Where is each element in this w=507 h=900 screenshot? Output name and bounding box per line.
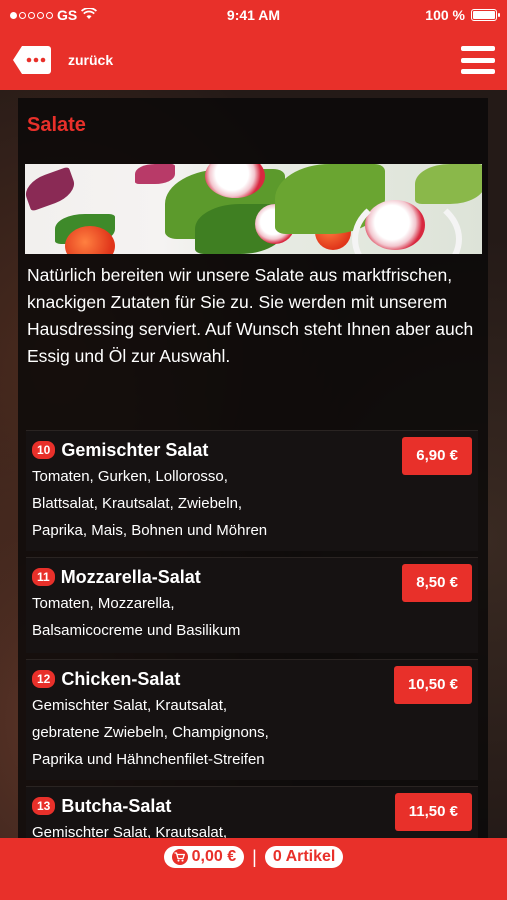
- article-count-button[interactable]: 0 Artikel: [264, 846, 344, 868]
- back-button[interactable]: zurück: [12, 45, 113, 75]
- footer-separator: |: [252, 847, 257, 867]
- item-description-line: Balsamicocreme und Basilikum: [32, 622, 241, 639]
- back-label: zurück: [68, 52, 114, 68]
- hamburger-icon[interactable]: [461, 46, 495, 74]
- section-description: Natürlich bereiten wir unsere Salate aus…: [27, 265, 474, 366]
- signal-strength-icon: [10, 11, 53, 19]
- item-name: Mozzarella-Salat: [60, 566, 201, 587]
- item-name: Butcha-Salat: [61, 795, 172, 816]
- carrier-label: GS: [57, 7, 78, 23]
- item-description-line: Tomaten, Gurken, Lollorosso,: [32, 468, 228, 485]
- salad-banner-image: [25, 164, 482, 254]
- menu-item: 11 Mozzarella-Salat Tomaten, Mozzarella,…: [26, 557, 478, 653]
- cart-total: 0,00 €: [191, 848, 237, 865]
- menu-item: 10 Gemischter Salat Tomaten, Gurken, Lol…: [26, 430, 478, 551]
- price-button[interactable]: 11,50 €: [394, 793, 472, 831]
- item-number: 10: [32, 441, 56, 459]
- price-button[interactable]: 10,50 €: [393, 666, 472, 704]
- status-left: GS: [10, 7, 180, 23]
- cart-bar: 0,00 € | 0 Artikel: [0, 838, 507, 900]
- price-button[interactable]: 6,90 €: [402, 437, 472, 475]
- item-name: Gemischter Salat: [61, 439, 209, 460]
- item-name: Chicken-Salat: [61, 668, 181, 689]
- item-number: 12: [32, 670, 56, 688]
- cart-total-button[interactable]: 0,00 €: [163, 846, 245, 868]
- wifi-icon: [81, 7, 98, 23]
- item-description: Tomaten, Gurken, Lollorosso, Blattsalat,…: [32, 463, 472, 544]
- item-description-line: Paprika und Hähnchenfilet-Streifen: [32, 751, 265, 768]
- item-description-line: gebratene Zwiebeln, Champignons,: [32, 724, 269, 741]
- article-count: 0 Artikel: [272, 848, 336, 865]
- item-number: 13: [32, 797, 56, 815]
- item-description-line: Gemischter Salat, Krautsalat,: [32, 824, 228, 838]
- nav-bar: zurück: [0, 30, 507, 90]
- status-right: 100 %: [327, 7, 500, 23]
- item-description-line: Paprika, Mais, Bohnen und Möhren: [32, 522, 268, 539]
- status-time: 9:41 AM: [226, 7, 281, 23]
- shopping-cart-icon: [171, 849, 188, 865]
- battery-label: 100 %: [425, 7, 465, 23]
- item-description-line: Tomaten, Mozzarella,: [32, 595, 175, 612]
- battery-icon: [471, 9, 500, 21]
- item-description-line: Gemischter Salat, Krautsalat,: [32, 697, 228, 714]
- menu-section: Salate Natürlich bereiten wir unsere Sal…: [18, 98, 488, 838]
- status-bar: GS 9:41 AM 100 %: [0, 0, 507, 30]
- item-number: 11: [32, 568, 55, 586]
- menu-item: 12 Chicken-Salat Gemischter Salat, Kraut…: [26, 659, 478, 780]
- item-description-line: Blattsalat, Krautsalat, Zwiebeln,: [32, 495, 243, 512]
- chat-bubble-dots-icon: [12, 45, 52, 75]
- item-description: Gemischter Salat, Krautsalat, gebratene …: [32, 692, 472, 773]
- menu-item: 13 Butcha-Salat Gemischter Salat, Krauts…: [26, 786, 478, 838]
- section-title: Salate: [27, 114, 86, 136]
- price-button[interactable]: 8,50 €: [402, 564, 472, 602]
